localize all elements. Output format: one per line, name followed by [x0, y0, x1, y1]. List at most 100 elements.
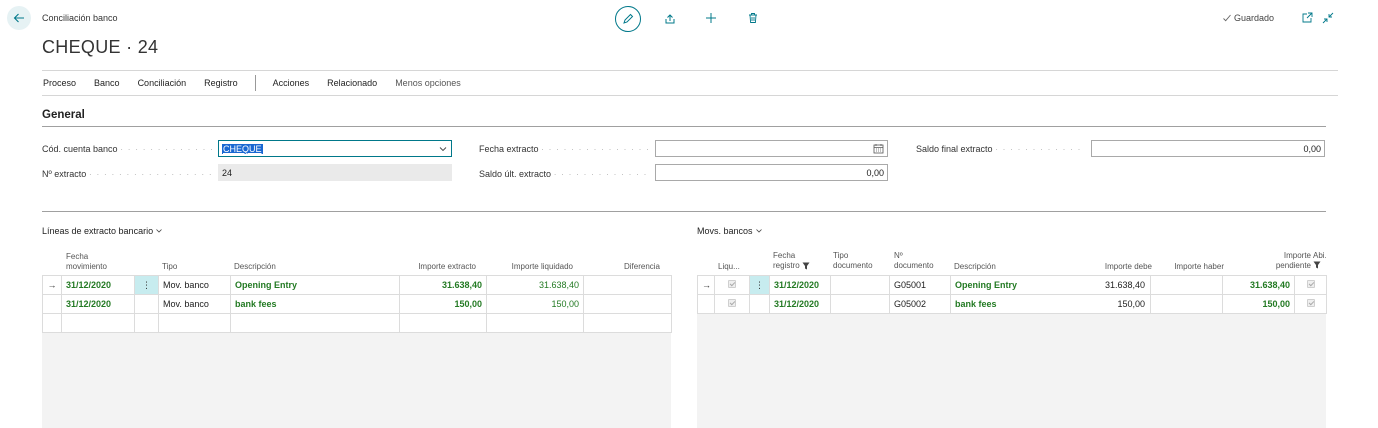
- cell-description[interactable]: Opening Entry 31.638,40: [950, 275, 1151, 295]
- cell-applied-checkbox[interactable]: [714, 275, 750, 295]
- cell-posting-date[interactable]: 31/12/2020: [769, 294, 831, 314]
- cell-document-no[interactable]: G05002: [889, 294, 951, 314]
- share-button[interactable]: [661, 10, 679, 28]
- cell-statement-amount[interactable]: 150,00: [399, 294, 487, 314]
- trash-icon: [749, 13, 757, 23]
- action-proceso[interactable]: Proceso: [42, 78, 85, 88]
- ending-balance-value: 0,00: [1303, 143, 1321, 154]
- statement-lines-title[interactable]: Líneas de extracto bancario: [42, 226, 163, 236]
- action-banco[interactable]: Banco: [85, 78, 129, 88]
- cell-type[interactable]: Mov. banco: [158, 275, 231, 295]
- cell-open-checkbox: [1294, 275, 1327, 295]
- back-arrow-icon: [13, 13, 24, 23]
- saved-label: Guardado: [1234, 13, 1275, 23]
- cell-difference[interactable]: [583, 275, 672, 295]
- bank-account-label: Cód. cuenta banco · · · · · · · · · · · …: [42, 144, 212, 154]
- open-new-window-button[interactable]: [1298, 9, 1316, 27]
- cell-document-type[interactable]: [830, 294, 890, 314]
- less-options-button[interactable]: Menos opciones: [386, 78, 470, 88]
- statement-no-field: 24: [218, 164, 452, 181]
- col-header-posting-date[interactable]: Fecha registro: [773, 251, 810, 271]
- section-title-general: General: [42, 109, 85, 121]
- share-icon: [665, 14, 675, 24]
- table-row[interactable]: → 31/12/2020 ⋮ Mov. banco Opening Entry …: [42, 275, 672, 295]
- col-header-remaining[interactable]: Importe pendiente: [1237, 251, 1311, 271]
- cell-debit: 150,00: [1117, 299, 1145, 309]
- cell-document-type[interactable]: [830, 275, 890, 295]
- col-header-credit[interactable]: Importe haber: [1161, 262, 1224, 272]
- statement-lines-grid: Fecha movimiento Tipo Descripción Importe…: [42, 244, 672, 428]
- parts-divider: [42, 211, 1326, 212]
- cell-description[interactable]: bank fees 150,00: [950, 294, 1151, 314]
- edit-button[interactable]: [615, 6, 641, 32]
- cell-remaining[interactable]: 150,00: [1222, 294, 1295, 314]
- table-row-empty[interactable]: [42, 313, 672, 333]
- saved-status: Guardado: [1222, 13, 1274, 23]
- col-header-posting-date[interactable]: Fecha movimiento: [66, 252, 107, 272]
- cell-remaining[interactable]: 31.638,40: [1222, 275, 1295, 295]
- last-balance-value: 0,00: [866, 167, 884, 178]
- row-selected-arrow: →: [697, 275, 715, 295]
- action-acciones[interactable]: Acciones: [264, 78, 319, 88]
- cell-document-no[interactable]: G05001: [889, 275, 951, 295]
- statement-date-field[interactable]: [655, 140, 888, 157]
- cell-open-checkbox: [1294, 294, 1327, 314]
- col-header-applied[interactable]: Liqu...: [718, 262, 740, 272]
- collapse-button[interactable]: [1319, 9, 1337, 27]
- action-bar: Proceso Banco Conciliación Registro Acci…: [42, 70, 1338, 96]
- table-row[interactable]: 31/12/2020 Mov. banco bank fees 150,00 1…: [42, 294, 672, 314]
- cell-credit[interactable]: [1150, 275, 1223, 295]
- last-balance-field[interactable]: 0,00: [655, 164, 888, 181]
- row-menu-icon[interactable]: ⋮: [749, 275, 770, 295]
- back-button[interactable]: [7, 6, 31, 30]
- action-conciliacion[interactable]: Conciliación: [129, 78, 196, 88]
- col-header-document-no[interactable]: Nº documento: [894, 251, 934, 271]
- col-header-open[interactable]: Abi...: [1313, 251, 1326, 272]
- bank-account-select[interactable]: CHEQUE: [218, 140, 452, 157]
- col-header-statement-amount[interactable]: Importe extracto: [400, 262, 476, 272]
- cell-difference[interactable]: [583, 294, 672, 314]
- action-separator: [254, 75, 256, 91]
- bank-entries-title[interactable]: Movs. bancos: [697, 226, 763, 236]
- chevron-down-icon: [156, 229, 162, 233]
- row-menu-icon[interactable]: ⋮: [134, 275, 159, 295]
- cell-credit[interactable]: [1150, 294, 1223, 314]
- col-header-description[interactable]: Descripción: [234, 262, 276, 272]
- check-icon: [1223, 14, 1231, 22]
- calendar-icon[interactable]: [873, 143, 884, 154]
- cell-applied-amount[interactable]: 31.638,40: [486, 275, 584, 295]
- row-selected-arrow: →: [42, 275, 62, 295]
- bank-entries-grid: Liqu... Fecha registro Tipo documento Nº d…: [697, 244, 1327, 428]
- cell-date[interactable]: 31/12/2020: [61, 294, 135, 314]
- cell-description[interactable]: bank fees: [230, 294, 400, 314]
- cell-description[interactable]: Opening Entry: [230, 275, 400, 295]
- col-header-document-type[interactable]: Tipo documento: [833, 251, 873, 271]
- cell-type[interactable]: Mov. banco: [158, 294, 231, 314]
- page-title: CHEQUE · 24: [42, 37, 159, 57]
- cell-posting-date[interactable]: 31/12/2020: [769, 275, 831, 295]
- table-row[interactable]: 31/12/2020 G05002 bank fees 150,00 150,00: [697, 294, 1327, 314]
- col-header-description[interactable]: Descripción: [954, 262, 996, 272]
- filter-icon[interactable]: [802, 262, 810, 270]
- table-row[interactable]: → ⋮ 31/12/2020 G05001 Opening Entry 31.63…: [697, 275, 1327, 295]
- statement-no-label: Nº extracto · · · · · · · · · · · · · · …: [42, 169, 212, 179]
- col-header-applied-amount[interactable]: Importe liquidado: [488, 262, 573, 272]
- delete-button[interactable]: [744, 9, 762, 27]
- action-relacionado[interactable]: Relacionado: [318, 78, 386, 88]
- cell-applied-amount[interactable]: 150,00: [486, 294, 584, 314]
- filter-icon[interactable]: [1313, 261, 1321, 269]
- chevron-down-icon[interactable]: [438, 144, 448, 154]
- cell-date[interactable]: 31/12/2020: [61, 275, 135, 295]
- col-header-debit[interactable]: Importe debe: [1089, 262, 1152, 272]
- open-new-window-icon: [1302, 12, 1313, 23]
- col-header-difference[interactable]: Diferencia: [584, 262, 660, 272]
- action-registro[interactable]: Registro: [195, 78, 247, 88]
- col-header-type[interactable]: Tipo: [162, 262, 177, 272]
- edit-pencil-icon: [623, 13, 634, 24]
- new-button[interactable]: [702, 9, 720, 27]
- collapse-icon: [1322, 12, 1334, 24]
- cell-statement-amount[interactable]: 31.638,40: [399, 275, 487, 295]
- ending-balance-field[interactable]: 0,00: [1091, 140, 1325, 157]
- cell-applied-checkbox[interactable]: [714, 294, 750, 314]
- cell-debit: 31.638,40: [1104, 280, 1145, 290]
